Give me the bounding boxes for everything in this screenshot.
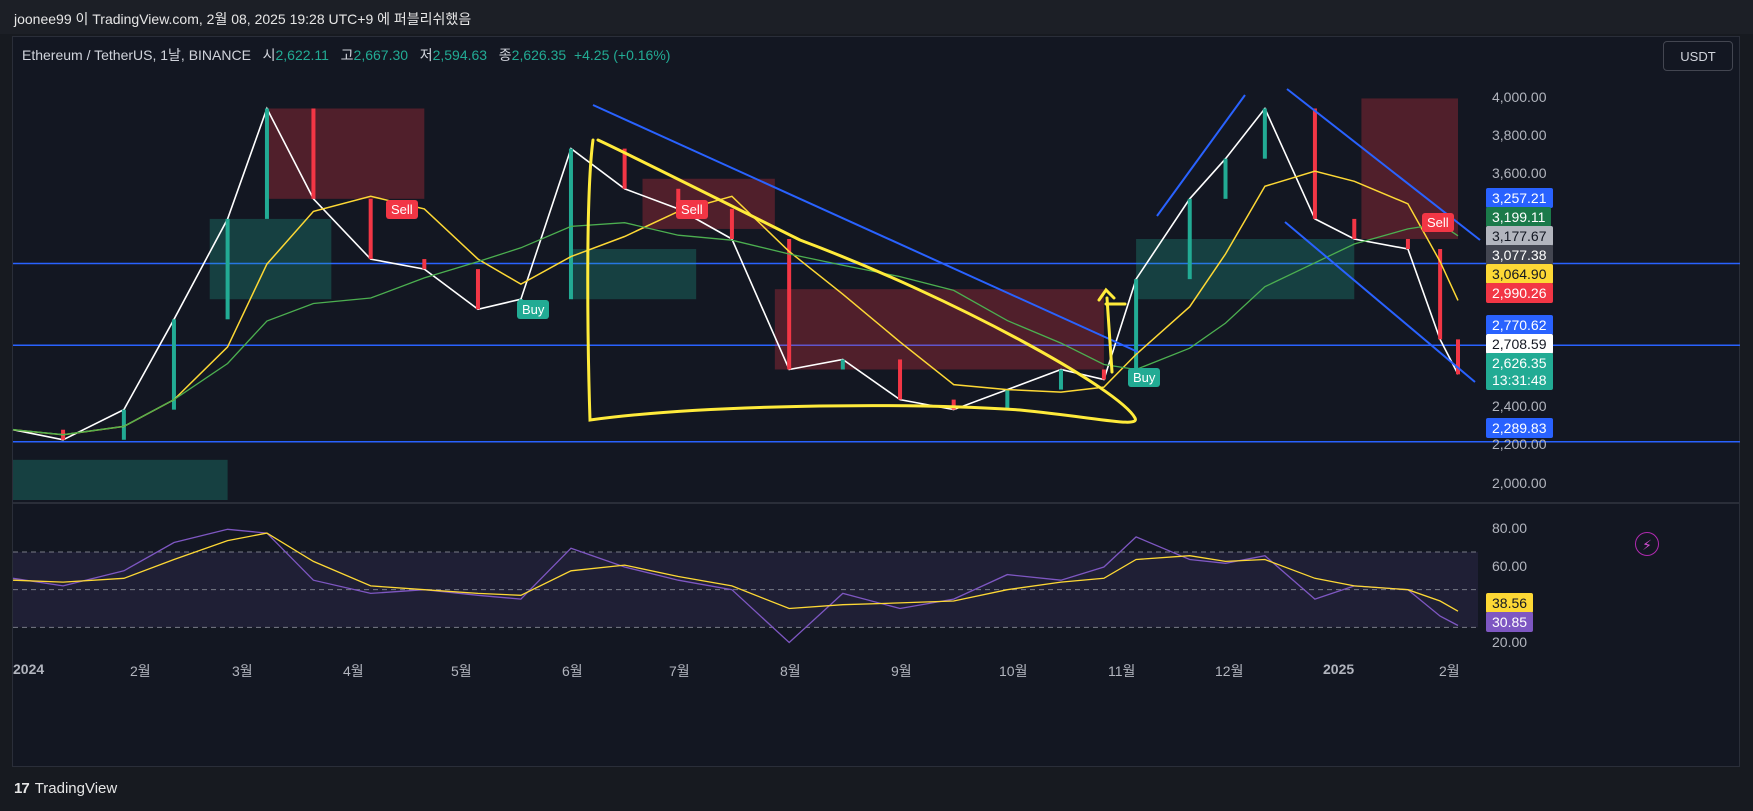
low-label: 저 [419, 47, 433, 63]
time-axis-label: 2025 [1323, 661, 1355, 677]
channel-bottom [1284, 221, 1476, 383]
price-axis-label: 3,800.00 [1492, 127, 1547, 143]
candle [1312, 108, 1317, 219]
tv-logo-mark: 17 [14, 780, 30, 797]
zone-rect [1136, 238, 1355, 300]
sell-signal: Sell [1422, 213, 1454, 232]
zone-rect [13, 459, 228, 500]
time-axis-label: 2024 [13, 661, 45, 677]
candle [1134, 279, 1139, 380]
open-value: 2,622.11 [275, 47, 329, 63]
time-axis-label: 11월 [1108, 663, 1136, 679]
price-tag: 3,257.21 [1486, 188, 1553, 208]
candle [1262, 108, 1267, 159]
tv-logo-text: TradingView [34, 780, 118, 797]
candle [898, 359, 903, 400]
candle [1405, 238, 1410, 250]
price-tag: 3,177.67 [1486, 226, 1553, 246]
rsi-axis-label: 80.00 [1492, 520, 1528, 536]
price-tag: 2,990.26 [1486, 283, 1553, 303]
candle [1223, 158, 1228, 199]
time-axis-label: 9월 [891, 663, 912, 679]
candle [121, 409, 126, 440]
buy-signal: Buy [1128, 368, 1161, 387]
trendline-up [1156, 94, 1246, 217]
rsi-axis-label: 20.00 [1492, 634, 1528, 650]
flash-icon[interactable]: ⚡ [1635, 532, 1659, 556]
open-label: 시 [262, 47, 276, 63]
candle [368, 198, 373, 260]
price-axis-label: 4,000.00 [1492, 89, 1547, 105]
candle [225, 218, 230, 320]
high-label: 고 [340, 47, 354, 63]
price-tag: 3,199.11 [1486, 207, 1552, 227]
price-tag: 13:31:48 [1486, 370, 1553, 390]
currency-button[interactable]: USDT [1663, 41, 1733, 71]
price-tag: 2,770.62 [1486, 315, 1553, 335]
zone-rect [642, 178, 775, 229]
price-tag: 3,077.38 [1486, 245, 1553, 265]
price-tag: 3,064.90 [1486, 264, 1553, 284]
time-axis-label: 7월 [669, 663, 690, 679]
candle [729, 208, 734, 239]
low-value: 2,594.63 [432, 47, 488, 63]
sell-signal: Sell [386, 200, 418, 219]
high-value: 2,667.30 [353, 47, 409, 63]
candle [1101, 369, 1106, 380]
time-axis-label: 10월 [999, 663, 1028, 679]
symbol-legend[interactable]: Ethereum / TetherUS, 1날, BINANCE 시2,622.… [22, 45, 670, 65]
candle [264, 108, 269, 219]
time-axis-label: 5월 [451, 663, 472, 679]
candle [787, 238, 792, 370]
price-axis-label: 3,600.00 [1492, 165, 1547, 181]
sell-signal: Sell [676, 200, 708, 219]
zone-rect [774, 289, 1104, 370]
time-axis-label: 2월 [1439, 663, 1460, 679]
candle [171, 319, 176, 410]
time-axis-label: 3월 [232, 663, 253, 679]
close-value: 2,626.35 [511, 47, 567, 63]
price-tag: 2,289.83 [1486, 418, 1553, 438]
candle [1058, 369, 1063, 390]
rsi-axis-label: 60.00 [1492, 558, 1528, 574]
price-tag: 2,708.59 [1486, 334, 1553, 354]
footer-bar [0, 767, 1753, 811]
change-value: +4.25 (+0.16%) [573, 47, 671, 63]
tradingview-logo[interactable]: 17 TradingView [14, 780, 117, 797]
close-label: 종 [498, 47, 512, 63]
rsi-tag: 30.85 [1486, 612, 1534, 632]
candle [840, 359, 845, 370]
price-axis-label: 2,200.00 [1492, 436, 1547, 452]
time-axis-label: 6월 [562, 663, 583, 679]
time-axis-label: 8월 [780, 663, 801, 679]
candle [311, 108, 316, 199]
candle [422, 259, 427, 270]
time-axis-label: 2월 [130, 663, 151, 679]
candle [475, 269, 480, 310]
candle [568, 148, 573, 300]
time-axis-label: 4월 [343, 663, 364, 679]
zone-rect [570, 249, 697, 300]
price-chart[interactable] [0, 0, 1753, 811]
time-axis-label: 12월 [1215, 663, 1244, 679]
price-axis-label: 2,400.00 [1492, 398, 1547, 414]
symbol-name: Ethereum / TetherUS, 1날, BINANCE [22, 47, 251, 63]
candle [1005, 389, 1010, 410]
buy-signal: Buy [517, 300, 550, 319]
price-axis-label: 2,000.00 [1492, 475, 1547, 491]
candle [1187, 198, 1192, 280]
rsi-tag: 38.56 [1486, 593, 1534, 613]
candle [1352, 218, 1357, 239]
